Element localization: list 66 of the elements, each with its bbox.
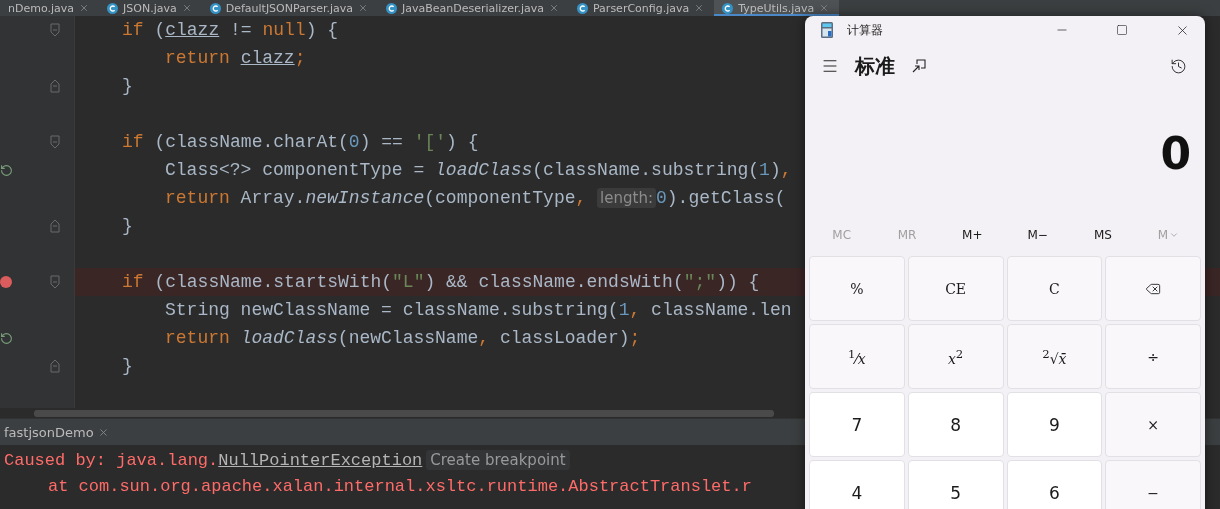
close-icon[interactable] bbox=[819, 3, 830, 13]
close-icon[interactable] bbox=[694, 3, 705, 13]
run-tab[interactable]: fastjsonDemo bbox=[0, 419, 113, 445]
close-icon[interactable] bbox=[181, 3, 192, 13]
operator-key[interactable]: ÷ bbox=[1105, 324, 1201, 389]
operator-key[interactable]: C bbox=[1006, 256, 1103, 321]
fold-marker-icon[interactable] bbox=[50, 135, 60, 149]
window-title: 计算器 bbox=[847, 21, 884, 39]
editor-tab[interactable]: JavaBeanDeserializer.java bbox=[377, 0, 569, 16]
digit-key[interactable]: 4 bbox=[809, 460, 905, 509]
digit-key[interactable]: 6 bbox=[1006, 460, 1103, 509]
code-line: } bbox=[122, 76, 133, 96]
close-icon[interactable] bbox=[97, 426, 109, 438]
mode-title: 标准 bbox=[855, 52, 895, 80]
memory-button[interactable]: MS bbox=[1070, 218, 1136, 252]
editor-tab[interactable]: TypeUtils.java bbox=[714, 0, 840, 16]
circular-arrow-icon[interactable] bbox=[0, 331, 13, 345]
scrollbar-thumb[interactable] bbox=[34, 409, 774, 417]
editor-tab[interactable]: JSON.java bbox=[99, 0, 202, 16]
console-text: at com.sun.org.apache.xalan.internal.xsltc.runtime.AbstractTranslet.r bbox=[48, 476, 752, 496]
operator-key[interactable]: % bbox=[809, 256, 905, 321]
operator-key[interactable]: $^{2}$√x̄ bbox=[1006, 324, 1103, 389]
editor-tab[interactable]: nDemo.java bbox=[0, 0, 99, 16]
code-line: if (className.charAt(0) == '[') { bbox=[122, 132, 479, 152]
breakpoint-icon[interactable] bbox=[0, 276, 12, 288]
digit-key[interactable]: 7 bbox=[809, 392, 905, 457]
circular-arrow-icon[interactable] bbox=[0, 163, 13, 177]
code-line: return Array.newInstance(componentType, length: 0).getClass( bbox=[165, 188, 786, 208]
code-line: Class<?> componentType = loadClass(className.substring(1), bbox=[165, 160, 792, 180]
close-icon[interactable] bbox=[549, 3, 559, 13]
digit-key[interactable]: 5 bbox=[907, 460, 1004, 509]
code-line: if (className.startsWith("L") && className.endsWith(";")) { bbox=[122, 272, 760, 292]
result-display: 0 bbox=[1160, 127, 1191, 179]
menu-icon bbox=[821, 57, 839, 75]
close-icon[interactable] bbox=[79, 3, 89, 13]
close-icon[interactable] bbox=[357, 3, 368, 13]
operator-key[interactable]: × bbox=[1105, 392, 1201, 457]
chevron-down-icon bbox=[1169, 230, 1179, 240]
operator-key[interactable]: − bbox=[1105, 460, 1201, 509]
code-line: return clazz; bbox=[165, 48, 306, 68]
memory-button[interactable]: M− bbox=[1005, 218, 1071, 252]
console-text: Caused by: java.lang. bbox=[4, 450, 219, 470]
code-line: return loadClass(newClassName, classLoader); bbox=[165, 328, 641, 348]
code-line: } bbox=[122, 356, 133, 376]
operator-key[interactable]: x$^{2}$ bbox=[907, 324, 1004, 389]
editor-tab[interactable]: DefaultJSONParser.java bbox=[201, 0, 378, 16]
exception-link[interactable]: NullPointerException bbox=[218, 450, 423, 470]
code-line: if (clazz != null) { bbox=[122, 20, 339, 40]
fold-marker-icon[interactable] bbox=[50, 219, 60, 233]
calculator-app-icon bbox=[821, 22, 833, 38]
window-arrow-icon bbox=[911, 58, 927, 74]
digit-key[interactable]: 8 bbox=[907, 392, 1004, 457]
fold-marker-icon[interactable] bbox=[50, 79, 60, 93]
fold-marker-icon[interactable] bbox=[50, 275, 60, 289]
operator-key[interactable]: $^{1}$⁄x bbox=[809, 324, 905, 389]
create-breakpoint-hint[interactable]: Create breakpoint bbox=[426, 450, 570, 470]
code-line: String newClassName = className.substring(1, className.len bbox=[165, 300, 792, 320]
digit-key[interactable]: 9 bbox=[1006, 392, 1103, 457]
fold-marker-icon[interactable] bbox=[50, 23, 60, 37]
fold-marker-icon[interactable] bbox=[50, 359, 60, 373]
history-icon bbox=[1170, 57, 1187, 75]
code-line: } bbox=[122, 216, 133, 236]
operator-key[interactable]: CE bbox=[907, 256, 1004, 321]
editor-tab[interactable]: ParserConfig.java bbox=[569, 0, 715, 16]
maximize-icon bbox=[1116, 24, 1128, 36]
memory-button[interactable]: M+ bbox=[939, 218, 1005, 252]
